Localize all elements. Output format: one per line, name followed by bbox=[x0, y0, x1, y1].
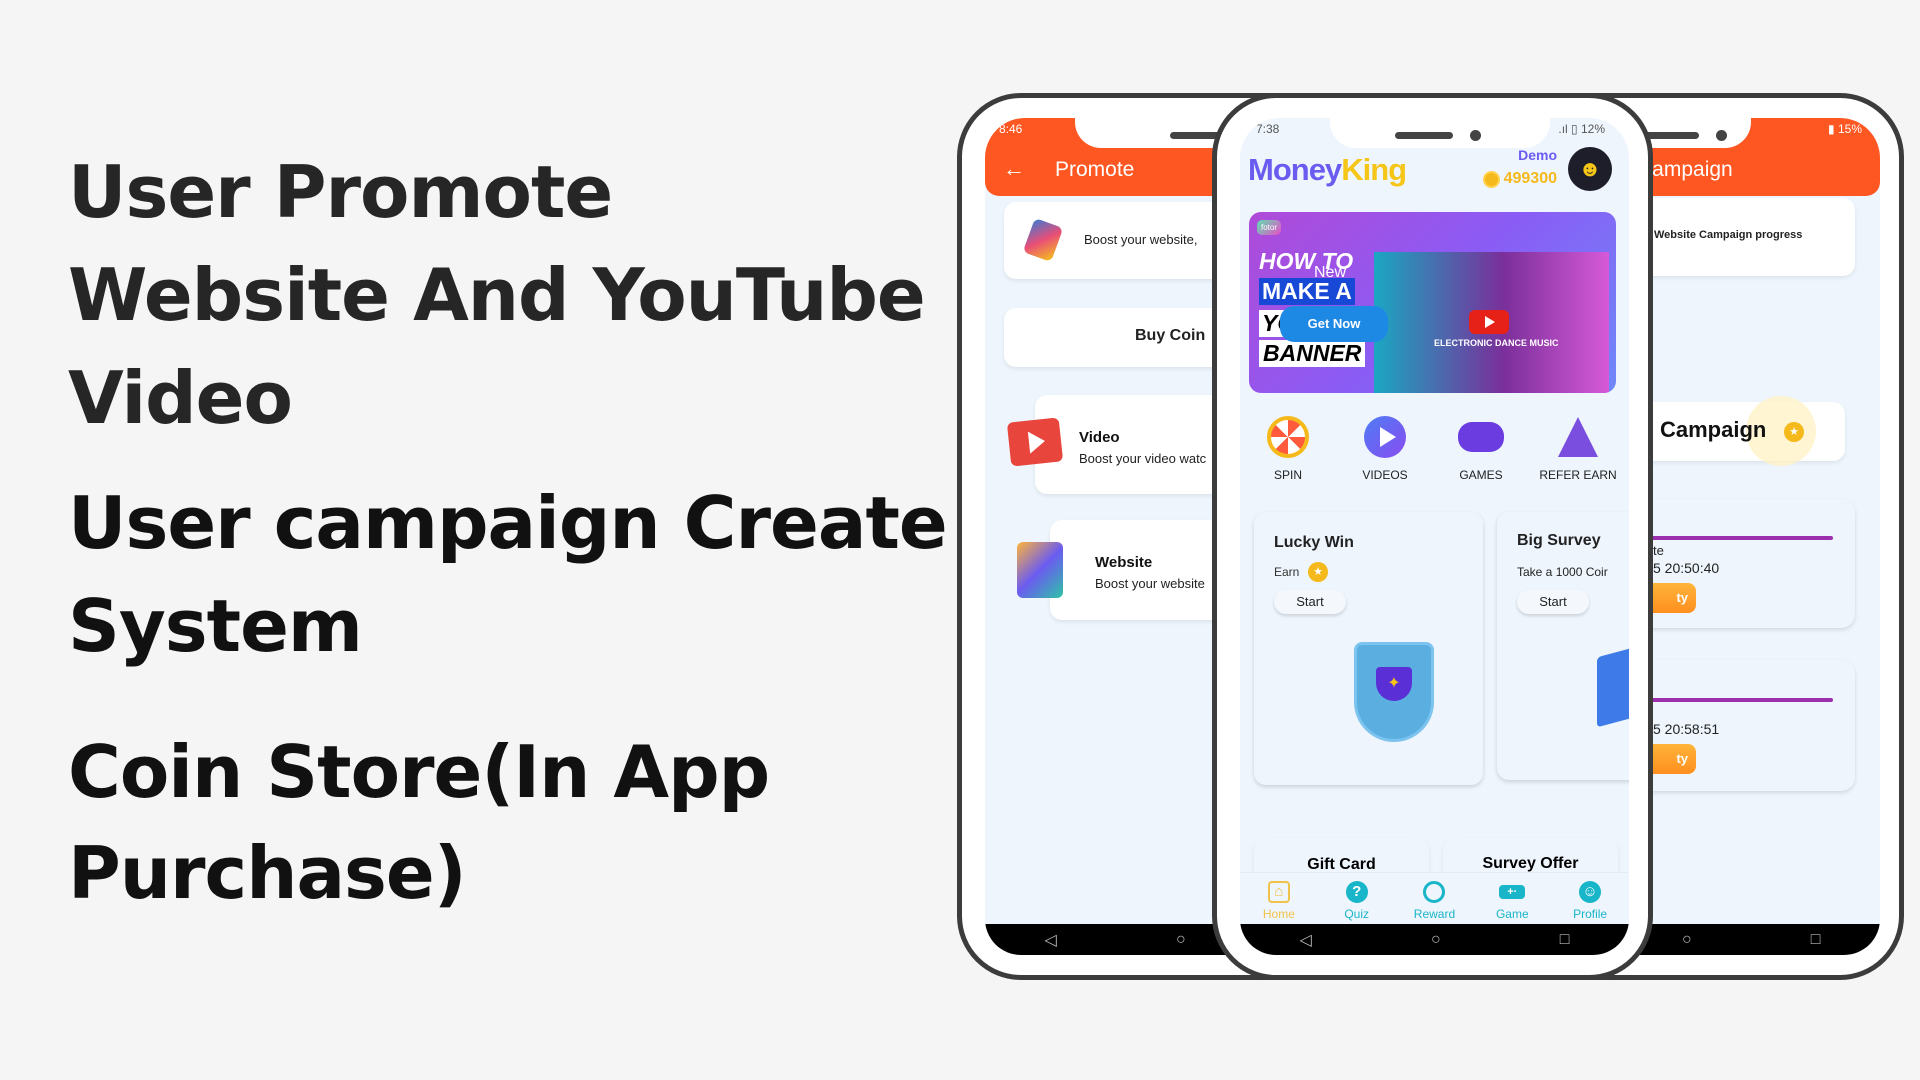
card-title: Big Survey bbox=[1517, 532, 1601, 549]
headline: Coin Store(In App bbox=[68, 730, 770, 814]
avatar[interactable]: ☻ bbox=[1568, 147, 1612, 191]
battery-status: ▮ 15% bbox=[1828, 122, 1862, 136]
headline: User campaign Create bbox=[68, 481, 948, 565]
spin-wheel-icon[interactable] bbox=[1267, 416, 1309, 458]
profile-icon: ☺ bbox=[1579, 881, 1602, 903]
start-button[interactable]: Start bbox=[1517, 590, 1589, 614]
campaign-date: 5 20:58:51 bbox=[1653, 721, 1720, 737]
coin-icon: ★ bbox=[1308, 562, 1328, 582]
campaign-label: te bbox=[1653, 543, 1664, 558]
phone-apps-icon bbox=[1022, 217, 1064, 263]
youtube-play-icon bbox=[1469, 310, 1509, 334]
home-nav-icon[interactable]: ○ bbox=[1682, 931, 1692, 949]
home-nav-icon[interactable]: ○ bbox=[1431, 931, 1441, 949]
lucky-win-card[interactable]: Lucky Win Earn ★ Start ✦ bbox=[1254, 512, 1483, 785]
promo-banner[interactable]: fotor HOW TO New MAKE A YO BANNER ELECTR… bbox=[1249, 212, 1616, 393]
trophy-shield-icon: ✦ bbox=[1354, 642, 1434, 742]
wizard-icon[interactable] bbox=[1558, 417, 1598, 457]
nav-game[interactable]: +· Game bbox=[1482, 873, 1542, 924]
app-logo: MoneyKing bbox=[1248, 152, 1407, 188]
buy-coin-label: Buy Coin bbox=[1135, 327, 1206, 344]
back-nav-icon[interactable]: ◁ bbox=[1045, 930, 1057, 950]
status-time: 8:46 bbox=[999, 122, 1023, 136]
nav-label: Quiz bbox=[1344, 907, 1370, 921]
speaker bbox=[1395, 132, 1453, 139]
nav-label: Home bbox=[1262, 907, 1295, 921]
fotor-badge: fotor bbox=[1257, 220, 1282, 235]
headline: System bbox=[68, 584, 363, 668]
headline: Purchase) bbox=[68, 831, 467, 915]
coin-icon bbox=[1482, 170, 1500, 188]
gamepad-icon: +· bbox=[1499, 885, 1526, 899]
videos-label[interactable]: VIDEOS bbox=[1362, 468, 1407, 482]
nav-label: Game bbox=[1495, 907, 1529, 921]
nav-profile[interactable]: ☺ Profile bbox=[1560, 873, 1620, 924]
header-title: Promote bbox=[1055, 158, 1135, 181]
logo-king: King bbox=[1341, 152, 1407, 187]
campaign-date: 5 20:50:40 bbox=[1653, 560, 1720, 576]
start-button[interactable]: Start bbox=[1274, 590, 1346, 614]
nav-label: Reward bbox=[1413, 907, 1456, 921]
back-nav-icon[interactable]: ◁ bbox=[1300, 930, 1312, 950]
progress-bar bbox=[1641, 698, 1833, 702]
games-label[interactable]: GAMES bbox=[1459, 468, 1502, 482]
coin-icon: ★ bbox=[1784, 422, 1804, 442]
coin-count: 499300 bbox=[1503, 170, 1557, 187]
survey-sub: Take a 1000 Coir bbox=[1517, 565, 1608, 579]
headline: Video bbox=[68, 356, 293, 440]
status-time: 7:38 bbox=[1256, 122, 1280, 136]
spin-label[interactable]: SPIN bbox=[1274, 468, 1302, 482]
survey-illustration-icon bbox=[1597, 646, 1629, 728]
battery-level: 15% bbox=[1837, 122, 1862, 136]
headline: Website And YouTube bbox=[68, 253, 926, 337]
battery-level: 12% bbox=[1580, 122, 1605, 136]
home-nav-icon[interactable]: ○ bbox=[1176, 931, 1186, 949]
logo-money: Money bbox=[1248, 152, 1342, 187]
recents-nav-icon[interactable]: □ bbox=[1811, 931, 1821, 949]
banner-line: MAKE A bbox=[1259, 278, 1355, 305]
nav-reward[interactable]: Reward bbox=[1404, 873, 1464, 924]
banner-line: BANNER bbox=[1259, 340, 1366, 367]
bottom-nav: ⌂ Home ? Quiz Reward +· Game ☺ Profile bbox=[1240, 872, 1629, 924]
big-survey-card[interactable]: Big Survey Take a 1000 Coir Start bbox=[1497, 512, 1629, 780]
nav-quiz[interactable]: ? Quiz bbox=[1327, 873, 1387, 924]
nav-label: Profile bbox=[1573, 907, 1608, 921]
card-title: Lucky Win bbox=[1274, 534, 1354, 551]
headline: User Promote bbox=[68, 150, 613, 234]
phone-home: 7:38 .ıl ▯ 12% MoneyKing Demo 499300 ☻ f… bbox=[1212, 93, 1653, 980]
user-name: Demo bbox=[1518, 147, 1557, 163]
coin-balance: 499300 bbox=[1482, 170, 1557, 188]
gamepad-icon[interactable] bbox=[1458, 422, 1504, 452]
nav-home[interactable]: ⌂ Home bbox=[1249, 873, 1309, 924]
arrow-left-icon[interactable]: ← bbox=[1003, 156, 1025, 182]
progress-bar bbox=[1641, 536, 1833, 540]
battery-status: .ıl ▯ 12% bbox=[1558, 122, 1605, 136]
camera bbox=[1716, 130, 1727, 141]
website-title: Website bbox=[1095, 554, 1153, 571]
video-title: ELECTRONIC DANCE MUSIC bbox=[1434, 338, 1559, 348]
home-icon: ⌂ bbox=[1267, 881, 1290, 903]
boost-text: Boost your website, bbox=[1084, 232, 1198, 247]
video-title: Video bbox=[1079, 429, 1120, 446]
medal-icon bbox=[1423, 881, 1446, 903]
question-icon: ? bbox=[1345, 881, 1368, 903]
banner-video-thumb: ELECTRONIC DANCE MUSIC bbox=[1374, 252, 1609, 393]
system-nav: ◁ ○ □ bbox=[1240, 924, 1629, 955]
video-play-icon[interactable] bbox=[1364, 416, 1406, 458]
campaign-label: Campaign bbox=[1660, 417, 1767, 442]
get-now-button[interactable]: Get Now bbox=[1280, 306, 1388, 342]
website-sub: Boost your website bbox=[1095, 576, 1205, 591]
survey-offer-label: Survey Offer bbox=[1482, 855, 1579, 872]
refer-earn-label[interactable]: REFER EARN bbox=[1539, 468, 1616, 482]
video-icon bbox=[1006, 417, 1064, 467]
campaign-progress-label: Website Campaign progress bbox=[1654, 229, 1803, 241]
camera bbox=[1470, 130, 1481, 141]
recents-nav-icon[interactable]: □ bbox=[1560, 931, 1570, 949]
earn-label: Earn bbox=[1274, 565, 1300, 579]
video-sub: Boost your video watc bbox=[1079, 451, 1207, 466]
website-icon bbox=[1017, 542, 1063, 598]
